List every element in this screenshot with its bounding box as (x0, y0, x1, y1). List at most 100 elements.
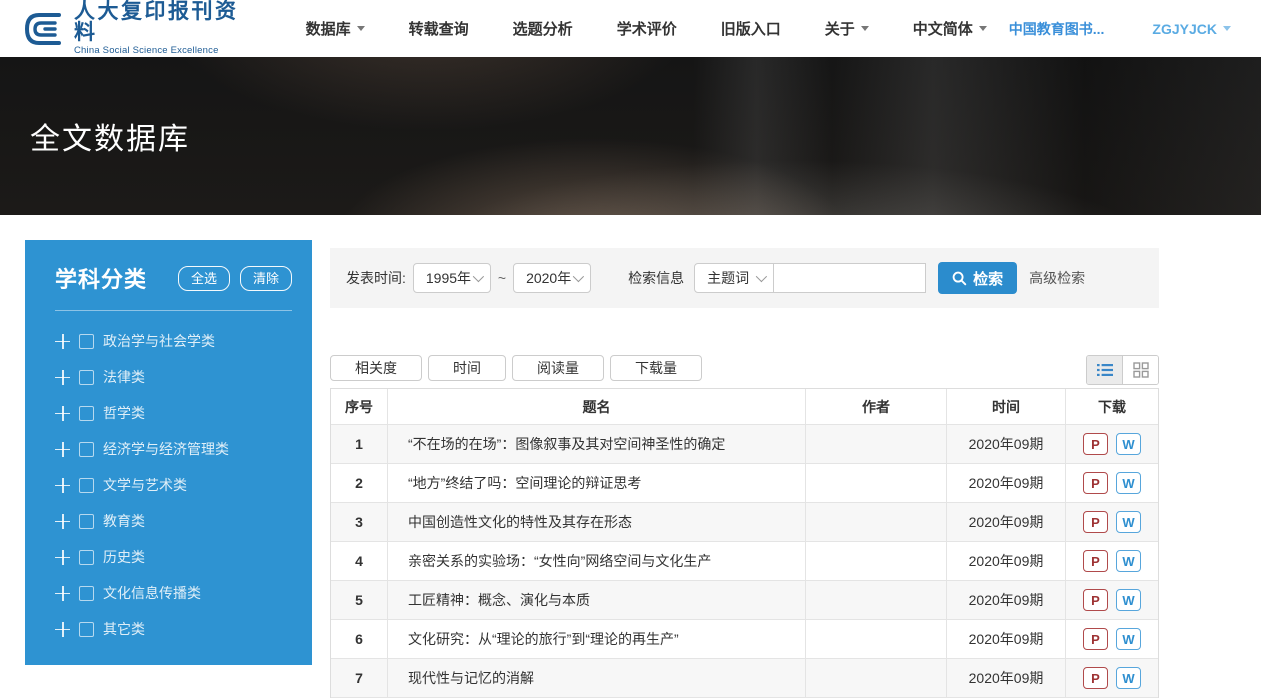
article-title-link[interactable]: 中国创造性文化的特性及其存在形态 (388, 503, 806, 542)
expand-plus-icon[interactable] (55, 550, 70, 565)
category-checkbox[interactable] (79, 406, 94, 421)
sidebar-item-others[interactable]: 其它类 (55, 611, 292, 647)
chevron-down-icon (1223, 26, 1231, 31)
sort-relevance-button[interactable]: 相关度 (330, 355, 422, 381)
nav-item-database[interactable]: 数据库 (306, 18, 365, 39)
advanced-search-link[interactable]: 高级检索 (1029, 268, 1085, 288)
chevron-down-icon (756, 271, 767, 282)
search-button-label: 检索 (973, 268, 1003, 289)
sidebar-item-education[interactable]: 教育类 (55, 503, 292, 539)
nav-item-topic-analysis[interactable]: 选题分析 (513, 18, 573, 39)
sidebar-item-history[interactable]: 历史类 (55, 539, 292, 575)
download-pdf-button[interactable]: P (1083, 589, 1108, 611)
download-word-button[interactable]: W (1116, 472, 1141, 494)
article-author (806, 464, 947, 503)
chevron-down-icon (861, 26, 869, 31)
search-button[interactable]: 检索 (938, 262, 1017, 294)
article-author (806, 503, 947, 542)
year-from-value: 1995年 (426, 268, 471, 288)
download-word-button[interactable]: W (1116, 550, 1141, 572)
list-view-button[interactable] (1087, 356, 1123, 384)
download-word-button[interactable]: W (1116, 511, 1141, 533)
download-pdf-button[interactable]: P (1083, 628, 1108, 650)
download-pdf-button[interactable]: P (1083, 550, 1108, 572)
expand-plus-icon[interactable] (55, 622, 70, 637)
sort-downloads-button[interactable]: 下载量 (610, 355, 702, 381)
list-view-icon (1097, 363, 1113, 377)
download-pdf-button[interactable]: P (1083, 433, 1108, 455)
category-checkbox[interactable] (79, 622, 94, 637)
sort-time-button[interactable]: 时间 (428, 355, 506, 381)
expand-plus-icon[interactable] (55, 406, 70, 421)
article-author (806, 620, 947, 659)
table-row: 4 亲密关系的实验场：“女性向”网络空间与文化生产 2020年09期 PW (331, 542, 1158, 581)
top-header: 人大复印报刊资料 China Social Science Excellence… (0, 0, 1261, 57)
category-checkbox[interactable] (79, 514, 94, 529)
nav-item-language[interactable]: 中文简体 (913, 18, 987, 39)
table-row: 7 现代性与记忆的消解 2020年09期 PW (331, 659, 1158, 698)
column-header-download: 下载 (1066, 389, 1158, 425)
expand-plus-icon[interactable] (55, 334, 70, 349)
expand-plus-icon[interactable] (55, 586, 70, 601)
article-title-link[interactable]: “不在场的在场”：图像叙事及其对空间神圣性的确定 (388, 425, 806, 464)
category-checkbox[interactable] (79, 442, 94, 457)
sidebar-item-literature-art[interactable]: 文学与艺术类 (55, 467, 292, 503)
expand-plus-icon[interactable] (55, 514, 70, 529)
article-title-link[interactable]: 亲密关系的实验场：“女性向”网络空间与文化生产 (388, 542, 806, 581)
sidebar-item-law[interactable]: 法律类 (55, 359, 292, 395)
sidebar-item-economics[interactable]: 经济学与经济管理类 (55, 431, 292, 467)
clear-button[interactable]: 清除 (240, 266, 292, 291)
row-number: 5 (331, 581, 388, 620)
download-word-button[interactable]: W (1116, 589, 1141, 611)
article-title-link[interactable]: 文化研究：从“理论的旅行”到“理论的再生产” (388, 620, 806, 659)
table-row: 6 文化研究：从“理论的旅行”到“理论的再生产” 2020年09期 PW (331, 620, 1158, 659)
grid-view-icon (1133, 362, 1149, 378)
year-to-select[interactable]: 2020年 (513, 263, 591, 293)
download-pdf-button[interactable]: P (1083, 472, 1108, 494)
download-word-button[interactable]: W (1116, 667, 1141, 689)
sort-reads-button[interactable]: 阅读量 (512, 355, 604, 381)
sidebar-item-politics-sociology[interactable]: 政治学与社会学类 (55, 323, 292, 359)
account-menu[interactable]: ZGJYJCK (1152, 21, 1231, 37)
header-account-links: 中国教育图书... ZGJYJCK (1009, 19, 1231, 39)
expand-plus-icon[interactable] (55, 478, 70, 493)
grid-view-button[interactable] (1123, 356, 1158, 384)
article-author (806, 425, 947, 464)
search-field-select[interactable]: 主题词 (694, 263, 774, 293)
download-word-button[interactable]: W (1116, 628, 1141, 650)
nav-item-about[interactable]: 关于 (825, 18, 869, 39)
nav-item-academic-evaluation[interactable]: 学术评价 (617, 18, 677, 39)
nav-item-old-version[interactable]: 旧版入口 (721, 18, 781, 39)
sidebar-item-philosophy[interactable]: 哲学类 (55, 395, 292, 431)
category-checkbox[interactable] (79, 550, 94, 565)
institution-link[interactable]: 中国教育图书... (1009, 19, 1105, 39)
article-author (806, 581, 947, 620)
search-input[interactable] (774, 263, 926, 293)
year-to-value: 2020年 (526, 268, 571, 288)
category-label: 哲学类 (103, 403, 145, 423)
site-logo[interactable]: 人大复印报刊资料 China Social Science Excellence (22, 1, 248, 56)
category-checkbox[interactable] (79, 478, 94, 493)
chevron-down-icon (573, 271, 584, 282)
expand-plus-icon[interactable] (55, 442, 70, 457)
download-pdf-button[interactable]: P (1083, 511, 1108, 533)
download-pdf-button[interactable]: P (1083, 667, 1108, 689)
category-checkbox[interactable] (79, 370, 94, 385)
category-label: 教育类 (103, 511, 145, 531)
year-from-select[interactable]: 1995年 (413, 263, 491, 293)
logo-subtitle: China Social Science Excellence (74, 46, 248, 56)
table-row: 3 中国创造性文化的特性及其存在形态 2020年09期 PW (331, 503, 1158, 542)
sidebar-item-culture-information[interactable]: 文化信息传播类 (55, 575, 292, 611)
results-table: 序号 题名 作者 时间 下载 1 “不在场的在场”：图像叙事及其对空间神圣性的确… (330, 388, 1159, 698)
nav-item-reprint-query[interactable]: 转载查询 (409, 18, 469, 39)
article-title-link[interactable]: 现代性与记忆的消解 (388, 659, 806, 698)
download-word-button[interactable]: W (1116, 433, 1141, 455)
article-title-link[interactable]: “地方”终结了吗：空间理论的辩证思考 (388, 464, 806, 503)
expand-plus-icon[interactable] (55, 370, 70, 385)
category-checkbox[interactable] (79, 334, 94, 349)
article-time: 2020年09期 (947, 581, 1066, 620)
category-label: 其它类 (103, 619, 145, 639)
category-checkbox[interactable] (79, 586, 94, 601)
select-all-button[interactable]: 全选 (178, 266, 230, 291)
article-title-link[interactable]: 工匠精神：概念、演化与本质 (388, 581, 806, 620)
